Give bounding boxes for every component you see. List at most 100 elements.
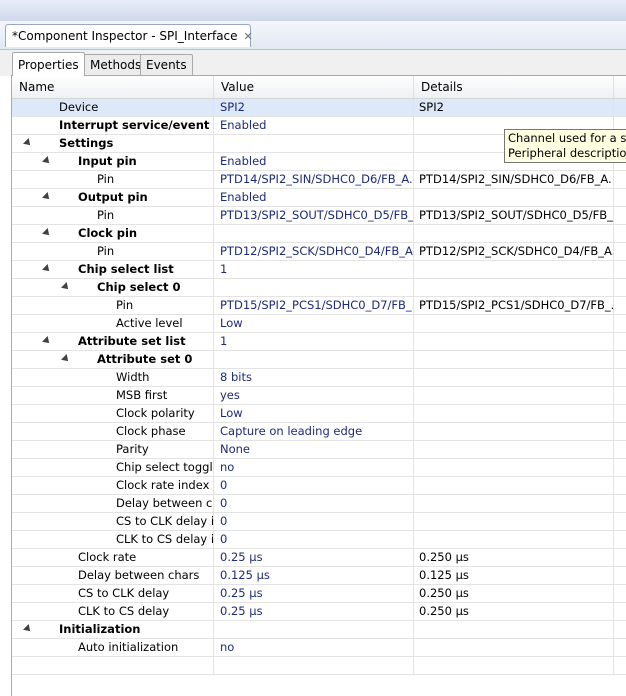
row-name-cell: Attribute set 0 xyxy=(12,351,214,368)
expand-toggle-icon[interactable] xyxy=(61,282,71,292)
row-name-label: Pin xyxy=(116,298,134,312)
row-spacer xyxy=(614,495,626,512)
row-value-cell[interactable]: Low xyxy=(214,315,414,332)
table-row[interactable]: Pin PTD14/SPI2_SIN/SDHC0_D6/FB_A... PTD14/… xyxy=(12,171,626,189)
table-row[interactable]: Clock rate index 0 xyxy=(12,477,626,495)
row-value-cell[interactable]: Capture on leading edge xyxy=(214,423,414,440)
row-value-cell[interactable]: Enabled xyxy=(214,153,414,170)
expand-toggle-icon[interactable] xyxy=(42,336,52,346)
row-value-cell[interactable] xyxy=(214,279,414,296)
table-row[interactable]: Pin PTD13/SPI2_SOUT/SDHC0_D5/FB_... PTD13/… xyxy=(12,207,626,225)
expand-toggle-icon[interactable] xyxy=(23,624,33,634)
header-value[interactable]: Value xyxy=(214,76,414,98)
table-header: Name Value Details xyxy=(12,76,626,99)
row-value-cell[interactable]: 1 xyxy=(214,261,414,278)
row-name-label: Clock phase xyxy=(116,424,186,438)
table-row[interactable]: Device SPI2 SPI2 xyxy=(12,99,626,117)
row-value-cell[interactable]: no xyxy=(214,459,414,476)
row-value-cell[interactable]: no xyxy=(214,639,414,656)
row-spacer xyxy=(614,513,626,530)
row-name-cell: Width xyxy=(12,369,214,386)
row-name-cell: Clock polarity xyxy=(12,405,214,422)
row-value-cell[interactable] xyxy=(214,135,414,152)
row-value-cell[interactable]: 0.25 µs xyxy=(214,603,414,620)
row-value-cell[interactable]: 0 xyxy=(214,531,414,548)
table-row[interactable]: Attribute set list 1 xyxy=(12,333,626,351)
table-row[interactable]: Chip select list 1 xyxy=(12,261,626,279)
table-row[interactable]: Output pin Enabled xyxy=(12,189,626,207)
expand-toggle-icon[interactable] xyxy=(61,354,71,364)
row-spacer xyxy=(614,189,626,206)
row-name-label: Attribute set list xyxy=(78,334,186,348)
row-name-cell: Active level xyxy=(12,315,214,332)
row-value-cell[interactable]: None xyxy=(214,441,414,458)
table-row[interactable]: Delay between cha0 xyxy=(12,495,626,513)
row-details-cell: 0.250 µs xyxy=(414,585,614,602)
row-name-cell: Settings xyxy=(12,135,214,152)
table-row[interactable]: CLK to CS delay 0.25 µs 0.250 µs xyxy=(12,603,626,621)
row-name-cell: Device xyxy=(12,99,214,116)
table-row[interactable]: MSB first yes xyxy=(12,387,626,405)
table-row[interactable]: Delay between chars 0.125 µs 0.125 µs xyxy=(12,567,626,585)
tab-methods-label: Methods xyxy=(90,58,142,72)
row-value-cell[interactable] xyxy=(214,225,414,242)
row-value-cell[interactable]: 0 xyxy=(214,513,414,530)
row-value-cell[interactable]: Enabled xyxy=(214,189,414,206)
row-value-cell[interactable] xyxy=(214,657,414,674)
expand-toggle-icon[interactable] xyxy=(42,156,52,166)
table-row[interactable]: Initialization xyxy=(12,621,626,639)
row-value-cell[interactable]: PTD15/SPI2_PCS1/SDHC0_D7/FB_... xyxy=(214,297,414,314)
row-value-cell[interactable]: SPI2 xyxy=(214,99,414,116)
table-row[interactable]: CLK to CS delay in 0 xyxy=(12,531,626,549)
table-row[interactable]: Chip select 0 xyxy=(12,279,626,297)
tab-properties[interactable]: Properties xyxy=(12,52,85,76)
row-spacer xyxy=(614,171,626,188)
expand-toggle-icon[interactable] xyxy=(42,264,52,274)
tab-methods[interactable]: Methods xyxy=(84,54,148,75)
row-value-cell[interactable] xyxy=(214,351,414,368)
row-name-label: Attribute set 0 xyxy=(97,352,193,366)
header-name[interactable]: Name xyxy=(12,76,214,98)
row-value-cell[interactable]: 8 bits xyxy=(214,369,414,386)
close-icon[interactable]: ✕ xyxy=(244,31,253,42)
row-name-cell: Chip select list xyxy=(12,261,214,278)
table-row[interactable]: Clock rate 0.25 µs 0.250 µs xyxy=(12,549,626,567)
table-row[interactable]: Pin PTD12/SPI2_SCK/SDHC0_D4/FB_A... PTD12/… xyxy=(12,243,626,261)
expand-toggle-icon[interactable] xyxy=(42,192,52,202)
table-row[interactable]: Clock pin xyxy=(12,225,626,243)
row-value-cell[interactable]: PTD13/SPI2_SOUT/SDHC0_D5/FB_... xyxy=(214,207,414,224)
table-row[interactable]: Active level Low xyxy=(12,315,626,333)
table-row[interactable]: Pin PTD15/SPI2_PCS1/SDHC0_D7/FB_... PTD15/… xyxy=(12,297,626,315)
row-value-cell[interactable]: 0.25 µs xyxy=(214,549,414,566)
table-row[interactable]: CS to CLK delay 0.25 µs 0.250 µs xyxy=(12,585,626,603)
row-details-cell: 0.250 µs xyxy=(414,549,614,566)
table-row[interactable]: Clock phase Capture on leading edge xyxy=(12,423,626,441)
tab-events[interactable]: Events xyxy=(140,54,193,75)
row-value-cell[interactable]: 1 xyxy=(214,333,414,350)
row-value-cell[interactable]: 0 xyxy=(214,495,414,512)
table-row[interactable]: Chip select togglin no xyxy=(12,459,626,477)
table-row[interactable]: Attribute set 0 xyxy=(12,351,626,369)
row-value-cell[interactable]: yes xyxy=(214,387,414,404)
table-row[interactable]: CS to CLK delay in 0 xyxy=(12,513,626,531)
row-value-cell[interactable]: 0.125 µs xyxy=(214,567,414,584)
table-row[interactable]: Parity None xyxy=(12,441,626,459)
header-details[interactable]: Details xyxy=(414,76,614,98)
table-row[interactable]: Clock polarity Low xyxy=(12,405,626,423)
table-row[interactable]: Auto initialization no xyxy=(12,639,626,657)
row-details-cell xyxy=(414,477,614,494)
row-value-cell[interactable]: Low xyxy=(214,405,414,422)
row-value-cell[interactable]: PTD12/SPI2_SCK/SDHC0_D4/FB_A... xyxy=(214,243,414,260)
row-value-cell[interactable]: PTD14/SPI2_SIN/SDHC0_D6/FB_A... xyxy=(214,171,414,188)
row-value-cell[interactable]: 0.25 µs xyxy=(214,585,414,602)
component-inspector-tab[interactable]: *Component Inspector - SPI_Interface ✕ xyxy=(5,24,253,47)
view-title: *Component Inspector - SPI_Interface xyxy=(12,29,238,43)
row-name-label: Device xyxy=(59,100,99,114)
row-value-cell[interactable]: Enabled xyxy=(214,117,414,134)
expand-toggle-icon[interactable] xyxy=(42,228,52,238)
table-row[interactable]: Width 8 bits xyxy=(12,369,626,387)
row-value-cell[interactable]: 0 xyxy=(214,477,414,494)
expand-toggle-icon[interactable] xyxy=(23,138,33,148)
row-value-cell[interactable] xyxy=(214,621,414,638)
table-row[interactable] xyxy=(12,657,626,675)
